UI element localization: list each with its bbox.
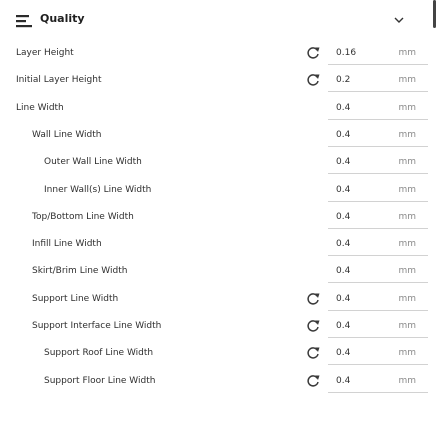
setting-value: 0.4 (336, 211, 351, 222)
setting-label: Initial Layer Height (16, 75, 102, 86)
setting-input-support-roof-line-width[interactable]: 0.4 mm (328, 343, 428, 366)
setting-label: Layer Height (16, 48, 74, 58)
setting-input-inner-walls-line-width[interactable]: 0.4 mm (328, 180, 428, 202)
setting-row-line-width: Line Width 0.4 mm (0, 95, 430, 122)
setting-input-support-floor-line-width[interactable]: 0.4 mm (328, 371, 428, 393)
setting-label: Inner Wall(s) Line Width (44, 184, 152, 195)
setting-unit: mm (398, 129, 416, 140)
setting-value: 0.2 (336, 75, 351, 86)
quality-icon (16, 15, 32, 28)
setting-input-top-bottom-line-width[interactable]: 0.4 mm (328, 207, 428, 229)
setting-value: 0.4 (336, 321, 351, 331)
setting-value: 0.4 (336, 375, 351, 386)
setting-input-skirt-brim-line-width[interactable]: 0.4 mm (328, 261, 428, 284)
setting-unit: mm (398, 211, 416, 222)
setting-value: 0.4 (336, 266, 351, 277)
setting-value: 0.16 (336, 48, 357, 58)
reset-arrow-icon[interactable] (305, 318, 321, 334)
setting-label: Wall Line Width (32, 129, 102, 140)
setting-row-skirt-brim-line-width: Skirt/Brim Line Width 0.4 mm (0, 258, 430, 285)
setting-value: 0.4 (336, 184, 351, 195)
setting-value: 0.4 (336, 102, 351, 113)
setting-input-initial-layer-height[interactable]: 0.2 mm (328, 70, 428, 93)
setting-label: Top/Bottom Line Width (32, 211, 134, 222)
setting-label: Line Width (16, 102, 64, 113)
chevron-down-icon[interactable] (393, 14, 405, 26)
setting-unit: mm (398, 75, 416, 86)
setting-row-wall-line-width: Wall Line Width 0.4 mm (0, 122, 430, 149)
category-title: Quality (40, 12, 85, 25)
reset-arrow-icon[interactable] (305, 345, 321, 361)
setting-label: Support Roof Line Width (44, 348, 154, 359)
reset-arrow-icon[interactable] (305, 72, 321, 88)
setting-row-support-roof-line-width: Support Roof Line Width 0.4 mm (0, 340, 430, 367)
setting-row-support-line-width: Support Line Width 0.4 mm (0, 286, 430, 313)
setting-input-support-interface-line-width[interactable]: 0.4 mm (328, 316, 428, 338)
setting-label: Support Line Width (32, 293, 119, 304)
setting-input-line-width[interactable]: 0.4 mm (328, 98, 428, 120)
reset-arrow-icon[interactable] (305, 45, 321, 61)
setting-row-top-bottom-line-width: Top/Bottom Line Width 0.4 mm (0, 204, 430, 231)
setting-value: 0.4 (336, 239, 351, 250)
setting-unit: mm (398, 48, 416, 58)
setting-input-wall-line-width[interactable]: 0.4 mm (328, 125, 428, 147)
setting-unit: mm (398, 157, 416, 168)
setting-label: Support Interface Line Width (32, 321, 162, 331)
setting-value: 0.4 (336, 157, 351, 168)
setting-row-layer-height: Layer Height 0.16 mm (0, 40, 430, 67)
setting-row-initial-layer-height: Initial Layer Height 0.2 mm (0, 67, 430, 94)
setting-unit: mm (398, 266, 416, 277)
setting-unit: mm (398, 293, 416, 304)
setting-row-infill-line-width: Infill Line Width 0.4 mm (0, 231, 430, 258)
setting-row-support-interface-line-width: Support Interface Line Width 0.4 mm (0, 313, 430, 340)
setting-unit: mm (398, 184, 416, 195)
reset-arrow-icon[interactable] (305, 373, 321, 389)
setting-label: Support Floor Line Width (44, 375, 156, 386)
setting-value: 0.4 (336, 293, 351, 304)
reset-arrow-icon[interactable] (305, 291, 321, 307)
setting-unit: mm (398, 375, 416, 386)
setting-row-inner-walls-line-width: Inner Wall(s) Line Width 0.4 mm (0, 177, 430, 204)
setting-value: 0.4 (336, 348, 351, 359)
setting-row-outer-wall-line-width: Outer Wall Line Width 0.4 mm (0, 149, 430, 176)
setting-unit: mm (398, 102, 416, 113)
setting-unit: mm (398, 348, 416, 359)
setting-input-support-line-width[interactable]: 0.4 mm (328, 289, 428, 311)
setting-input-infill-line-width[interactable]: 0.4 mm (328, 234, 428, 257)
setting-label: Skirt/Brim Line Width (32, 266, 128, 277)
setting-label: Infill Line Width (32, 239, 102, 250)
scrollbar[interactable] (433, 0, 436, 28)
setting-row-support-floor-line-width: Support Floor Line Width 0.4 mm (0, 368, 430, 395)
settings-category-header[interactable]: Quality (0, 0, 447, 40)
setting-input-outer-wall-line-width[interactable]: 0.4 mm (328, 152, 428, 175)
setting-input-layer-height[interactable]: 0.16 mm (328, 43, 428, 65)
setting-unit: mm (398, 321, 416, 331)
setting-value: 0.4 (336, 129, 351, 140)
setting-label: Outer Wall Line Width (44, 157, 142, 168)
setting-unit: mm (398, 239, 416, 250)
